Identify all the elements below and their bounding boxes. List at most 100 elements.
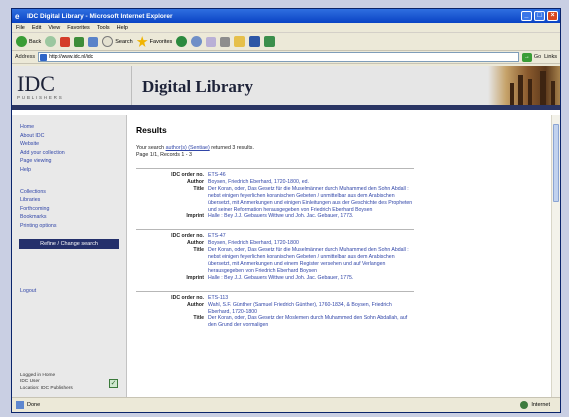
search-icon [102, 36, 114, 47]
sidebar-item-libraries[interactable]: Libraries [12, 196, 126, 205]
history-button[interactable] [191, 36, 203, 47]
close-button[interactable]: × [547, 11, 558, 21]
page-status-icon [16, 401, 24, 409]
order-number-link[interactable]: ETS-46 [208, 172, 414, 179]
login-info: Logged in Home IDC User Location: IDC Pu… [20, 373, 73, 393]
home-button[interactable] [88, 36, 99, 47]
folder-button[interactable] [234, 36, 246, 47]
browser-window: e IDC Digital Library - Microsoft Intern… [11, 8, 561, 413]
field-label: Title [193, 315, 204, 322]
imprint-text: Halle : Bey J.J. Gebauers Wittwe und Joh… [208, 213, 354, 220]
media-button[interactable] [176, 36, 188, 47]
order-number-link[interactable]: ETS-47 [208, 233, 414, 240]
go-arrow-icon: → [521, 52, 532, 62]
mail-icon [206, 36, 217, 47]
internet-zone-icon [520, 401, 529, 409]
status-bar: Done Internet [12, 397, 560, 412]
sidebar-nav-main: Home About IDC Website Add your collecti… [12, 123, 126, 175]
title-link[interactable]: Der Koran, oder, Das Gesetz für die Muse… [208, 186, 414, 214]
forward-button[interactable] [45, 36, 57, 47]
search-query-link[interactable]: author(s) (Sentiae) [166, 145, 210, 151]
menu-file[interactable]: File [16, 25, 25, 31]
logo-mark: IDC [17, 71, 55, 96]
window-title: IDC Digital Library - Microsoft Internet… [27, 12, 173, 20]
maximize-button[interactable]: □ [534, 11, 545, 21]
sidebar-item-add-collection[interactable]: Add your collection [12, 149, 126, 158]
sidebar-nav-secondary: Collections Libraries Forthcoming Bookma… [12, 188, 126, 231]
stop-button[interactable] [60, 36, 71, 47]
scrollbar-thumb[interactable] [553, 124, 559, 202]
field-label: Title [193, 247, 204, 254]
logout-link-wrap: Logout [12, 287, 126, 296]
print-button[interactable] [220, 36, 231, 47]
back-arrow-icon [16, 36, 27, 47]
print-icon [220, 36, 231, 47]
status-check-icon[interactable]: ✓ [109, 379, 118, 388]
menu-edit[interactable]: Edit [32, 25, 41, 31]
menu-view[interactable]: View [48, 25, 60, 31]
menu-help[interactable]: Help [117, 25, 128, 31]
page-title: Results [136, 125, 167, 135]
refresh-button[interactable] [74, 36, 85, 47]
site-title: Digital Library [142, 77, 253, 96]
menu-tools[interactable]: Tools [97, 25, 110, 31]
logo-subtitle: PUBLISHERS [17, 95, 64, 100]
field-label: IDC order no. [171, 294, 204, 301]
field-label: Imprint [186, 274, 204, 281]
title-link[interactable]: Der Koran, oder, Das Gesetz für die Muse… [208, 247, 414, 275]
book-spine [518, 75, 523, 105]
stop-icon [60, 36, 71, 47]
logout-link[interactable]: Logout [12, 287, 126, 296]
sidebar-item-printing-options[interactable]: Printing options [12, 222, 126, 231]
messenger-button[interactable] [264, 36, 276, 47]
result-record: IDC order no. ETS-46 Author Boysen, Friedr… [136, 168, 414, 220]
field-label: Imprint [186, 213, 204, 220]
sidebar-item-collections[interactable]: Collections [12, 188, 126, 197]
field-label: Author [187, 301, 204, 308]
home-icon [88, 36, 99, 47]
sidebar-item-page-viewing[interactable]: Page viewing [12, 157, 126, 166]
result-record: IDC order no. ETS-113 Author Wahl, S.F. Gü… [136, 290, 414, 330]
sidebar-item-website[interactable]: Website [12, 140, 126, 149]
title-link[interactable]: Der Koran, oder, Das Gesetz der Moslemen… [208, 315, 414, 329]
search-button[interactable]: Search [102, 36, 133, 47]
field-label: IDC order no. [171, 233, 204, 240]
order-number-link[interactable]: ETS-113 [208, 295, 414, 302]
book-spine [528, 79, 532, 105]
folder-icon [234, 36, 246, 47]
author-link[interactable]: Wahl, S.F. Günther (Samuel Friedrich Gün… [208, 302, 414, 316]
results-content: Results Your search author(s) (Sentiae) … [136, 115, 546, 398]
menu-favorites[interactable]: Favorites [67, 25, 90, 31]
sidebar-item-about-idc[interactable]: About IDC [12, 132, 126, 141]
links-button[interactable]: Links [544, 54, 557, 60]
address-value: http://www.idc.nl/idc [49, 54, 94, 60]
history-icon [191, 36, 203, 47]
edit-button[interactable] [249, 36, 261, 47]
sidebar-item-help[interactable]: Help [12, 166, 126, 175]
go-button[interactable]: → Go [521, 52, 541, 62]
toolbar: Back Search Favorites [12, 33, 560, 51]
back-button[interactable]: Back [16, 36, 41, 47]
address-label: Address [15, 54, 36, 60]
favorites-button[interactable]: Favorites [136, 36, 172, 47]
page-viewport: IDC PUBLISHERS Digital Library Home Abou… [12, 66, 560, 398]
sidebar-item-forthcoming[interactable]: Forthcoming [12, 205, 126, 214]
address-input[interactable]: http://www.idc.nl/idc [38, 52, 519, 62]
ie-logo-icon: e [15, 11, 20, 21]
media-icon [176, 36, 188, 47]
author-link[interactable]: Boysen, Friedrich Eberhard, 1720-1800 [208, 240, 414, 247]
vertical-scrollbar[interactable] [551, 115, 560, 398]
refine-search-button[interactable]: Refine / Change search [19, 238, 119, 249]
author-link[interactable]: Boysen, Friedrich Eberhard, 1720-1800, e… [208, 179, 414, 186]
menu-bar: File Edit View Favorites Tools Help [12, 23, 560, 33]
minimize-button[interactable]: _ [521, 11, 532, 21]
address-bar: Address http://www.idc.nl/idc → Go Links [12, 51, 560, 64]
sidebar-item-home[interactable]: Home [12, 123, 126, 132]
sidebar-item-bookmarks[interactable]: Bookmarks [12, 213, 126, 222]
idc-logo[interactable]: IDC PUBLISHERS [17, 73, 127, 105]
mail-button[interactable] [206, 36, 217, 47]
title-bar[interactable]: e IDC Digital Library - Microsoft Intern… [12, 9, 560, 23]
security-zone: Internet [520, 401, 550, 409]
book-spine [551, 81, 555, 105]
book-spine [510, 83, 514, 105]
